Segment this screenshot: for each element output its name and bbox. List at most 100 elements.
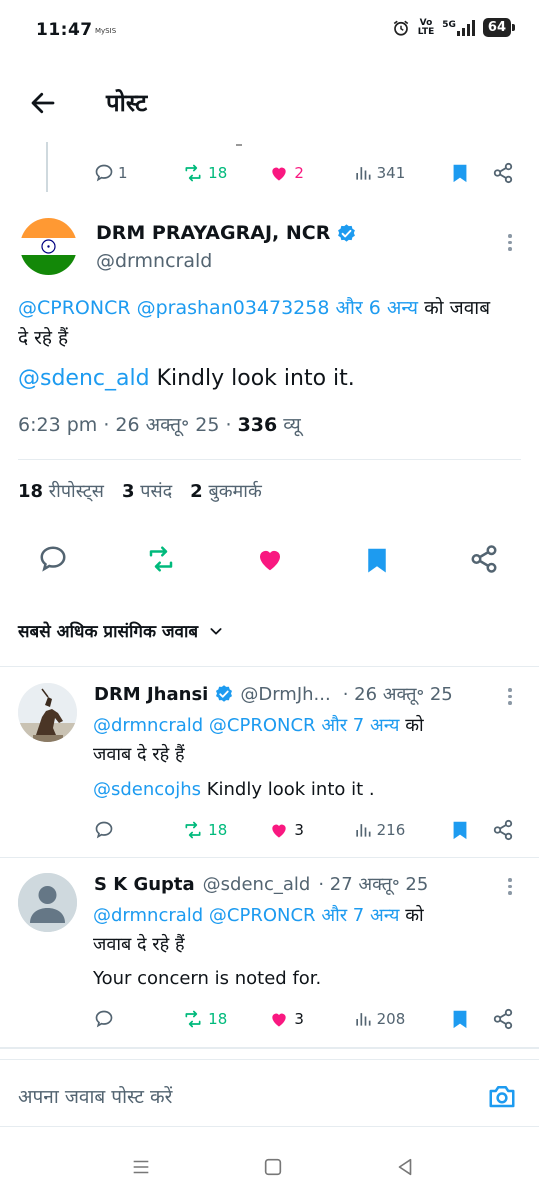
camera-icon xyxy=(489,1086,515,1108)
like-button[interactable]: 3 xyxy=(268,1009,352,1029)
avatar[interactable] xyxy=(18,873,77,932)
back-nav-icon[interactable] xyxy=(394,1156,416,1182)
network-gen: 5G xyxy=(442,19,456,30)
views-icon xyxy=(355,824,371,837)
recents-nav-icon[interactable] xyxy=(130,1156,152,1182)
home-nav-icon[interactable] xyxy=(262,1156,284,1182)
repost-count: 18 xyxy=(208,164,228,182)
more-options-icon[interactable] xyxy=(508,878,512,895)
views-count: 341 xyxy=(376,164,406,182)
like-count: 3 xyxy=(294,1010,304,1028)
heart-icon xyxy=(272,167,287,181)
replying-others-link[interactable]: और 6 अन्य xyxy=(336,297,419,319)
reply-author-name[interactable]: S K Gupta xyxy=(94,874,195,895)
share-icon xyxy=(493,819,513,841)
reply-replying-to: @drmncrald @CPRONCR और 7 अन्य को xyxy=(93,901,424,931)
post-text: @sdenc_ald Kindly look into it. xyxy=(18,366,355,391)
avatar[interactable] xyxy=(18,683,77,742)
main-reply-button[interactable] xyxy=(38,544,68,578)
repost-count: 18 xyxy=(208,1010,228,1028)
reply-composer-input[interactable]: अपना जवाब पोस्ट करें xyxy=(18,1083,172,1109)
reply-replying-to: @drmncrald @CPRONCR और 7 अन्य को xyxy=(93,711,424,741)
replying-others-link[interactable]: और 7 अन्य xyxy=(321,905,399,926)
replying-suffix: को xyxy=(405,905,424,926)
reply-header: S K Gupta @sdenc_ald · 27 अक्तू॰ 25 xyxy=(94,872,428,896)
share-button[interactable] xyxy=(492,162,514,184)
reply-text: @sdencojhs Kindly look into it . xyxy=(93,775,375,805)
reply-actions: 18 3 216 xyxy=(94,819,514,841)
reposts-stat[interactable]: 18 रीपोस्ट्स xyxy=(18,479,104,503)
author-name-row[interactable]: DRM PRAYAGRAJ, NCR xyxy=(96,222,357,244)
views-button[interactable]: 341 xyxy=(353,163,449,183)
chevron-down-icon xyxy=(210,627,222,635)
views-label: व्यू xyxy=(283,414,301,436)
avatar[interactable] xyxy=(20,218,77,275)
post-text-mention[interactable]: @sdenc_ald xyxy=(18,366,150,391)
more-options-icon[interactable] xyxy=(508,234,512,251)
replying-suffix-line2: दे रहे हैं xyxy=(18,327,69,349)
views-button[interactable]: 216 xyxy=(353,820,449,840)
status-carrier: MySIS xyxy=(95,27,117,35)
repost-count: 18 xyxy=(208,821,228,839)
replying-mentions[interactable]: @CPRONCR @prashan03473258 xyxy=(18,297,329,319)
replying-others-link[interactable]: और 7 अन्य xyxy=(321,715,399,736)
reply-button[interactable] xyxy=(94,820,182,840)
camera-button[interactable] xyxy=(486,1081,518,1115)
sort-label: सबसे अधिक प्रासंगिक जवाब xyxy=(18,622,199,642)
replying-mentions[interactable]: @drmncrald @CPRONCR xyxy=(93,905,316,926)
views-count: 216 xyxy=(376,821,406,839)
author-name: DRM PRAYAGRAJ, NCR xyxy=(96,222,331,244)
reply-button[interactable]: 1 xyxy=(94,163,182,183)
reply-handle[interactable]: @sdenc_ald xyxy=(203,874,311,895)
reply-date: · 27 अक्तू॰ 25 xyxy=(318,874,429,895)
reply-handle[interactable]: @DrmJh... xyxy=(240,684,330,705)
replying-suffix-line2: जवाब दे रहे हैं xyxy=(93,744,185,765)
views-number: 336 xyxy=(237,414,278,436)
composer-top-border xyxy=(0,1059,539,1060)
author-handle[interactable]: @drmncrald xyxy=(96,250,212,272)
share-button[interactable] xyxy=(492,819,514,841)
bookmark-icon xyxy=(368,548,386,573)
repost-button[interactable]: 18 xyxy=(182,163,268,183)
repost-button[interactable]: 18 xyxy=(182,1009,268,1029)
likes-stat[interactable]: 3 पसंद xyxy=(122,479,172,503)
heart-icon xyxy=(272,824,287,838)
bookmark-button[interactable] xyxy=(449,1008,480,1030)
like-button[interactable]: 3 xyxy=(268,820,352,840)
bookmark-icon xyxy=(453,164,467,183)
main-share-button[interactable] xyxy=(469,544,499,578)
post-text-body: Kindly look into it. xyxy=(156,366,355,391)
share-icon xyxy=(493,162,513,184)
reply-date: · 26 अक्तू॰ 25 xyxy=(342,684,453,705)
battery-indicator: 64 xyxy=(482,18,516,37)
bookmarks-stat[interactable]: 2 बुकमार्क xyxy=(190,479,262,503)
reply-button[interactable] xyxy=(94,1009,182,1029)
bookmark-icon xyxy=(453,821,467,840)
more-options-icon[interactable] xyxy=(508,688,512,705)
share-button[interactable] xyxy=(492,1008,514,1030)
main-like-button[interactable] xyxy=(254,544,286,578)
reply-author-name[interactable]: DRM Jhansi xyxy=(94,684,208,705)
sort-selector[interactable]: सबसे अधिक प्रासंगिक जवाब xyxy=(18,619,224,642)
bookmark-button[interactable] xyxy=(449,819,480,841)
reply-text-body: Your concern is noted for. xyxy=(93,968,322,989)
reply-text-mention[interactable]: @sdencojhs xyxy=(93,779,201,800)
repost-button[interactable]: 18 xyxy=(182,820,268,840)
reply-icon xyxy=(95,821,113,839)
heart-icon xyxy=(260,550,280,571)
replying-suffix-line2: जवाब दे रहे हैं xyxy=(93,934,185,955)
replying-mentions[interactable]: @drmncrald @CPRONCR xyxy=(93,715,316,736)
main-repost-button[interactable] xyxy=(145,544,177,578)
like-button[interactable]: 2 xyxy=(268,163,352,183)
bookmark-button[interactable] xyxy=(449,162,480,184)
reply-icon xyxy=(95,164,113,182)
main-bookmark-button[interactable] xyxy=(362,544,392,580)
signal-icon xyxy=(456,19,475,36)
like-count: 3 xyxy=(294,821,304,839)
back-arrow-icon[interactable] xyxy=(28,88,58,118)
views-button[interactable]: 208 xyxy=(353,1009,449,1029)
bookmark-icon xyxy=(453,1010,467,1029)
divider xyxy=(0,1126,539,1127)
divider xyxy=(18,459,521,460)
post-meta: 6:23 pm · 26 अक्तू॰ 25 · 336 व्यू xyxy=(18,411,301,437)
